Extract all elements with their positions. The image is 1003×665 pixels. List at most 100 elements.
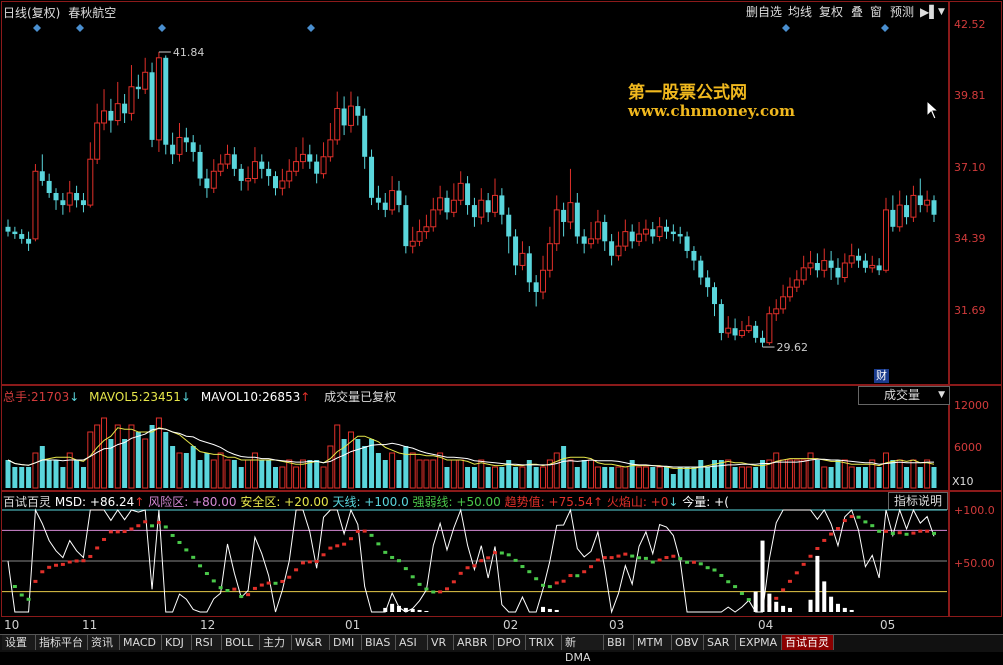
- trend-segment: [273, 581, 278, 585]
- tab-6[interactable]: BOLL: [222, 635, 260, 650]
- tab-19[interactable]: OBV: [672, 635, 704, 650]
- high-marker-label: 41.84: [173, 46, 205, 59]
- tab-14[interactable]: DPO: [494, 635, 526, 650]
- tab-16[interactable]: 新DMA: [562, 635, 604, 664]
- trend-segment: [390, 555, 395, 559]
- volume-bar-down: [80, 467, 86, 488]
- candle-body-up: [615, 245, 622, 257]
- candle-body-up: [142, 71, 149, 90]
- candle-body-down: [170, 144, 176, 155]
- event-diamond-icon: [307, 24, 315, 32]
- event-diamond-icon: [881, 24, 889, 32]
- tab-2[interactable]: 资讯: [88, 635, 120, 650]
- trend-segment: [568, 574, 573, 578]
- candle-body-down: [718, 304, 724, 334]
- tab-15[interactable]: TRIX: [526, 635, 562, 650]
- volume-bar-down: [197, 460, 203, 488]
- candle-body-down: [39, 171, 45, 181]
- candle-body-up: [773, 308, 780, 315]
- candle-body-down: [526, 253, 532, 283]
- trend-segment: [815, 547, 820, 551]
- volume-bar-down: [46, 460, 52, 488]
- month-label: 11: [82, 618, 98, 632]
- tab-4[interactable]: KDJ: [162, 635, 192, 650]
- flame-bar: [774, 601, 779, 612]
- candle-body-up: [430, 209, 437, 228]
- volume-bar-up: [910, 459, 917, 489]
- tab-0[interactable]: 设置: [2, 635, 36, 650]
- trend-segment: [554, 581, 559, 585]
- candle-body-up: [224, 153, 231, 165]
- tab-10[interactable]: BIAS: [362, 635, 396, 650]
- trend-segment: [918, 529, 923, 533]
- volume-bar-up: [114, 424, 121, 489]
- trend-segment: [582, 570, 587, 574]
- volume-bar-down: [266, 460, 272, 488]
- volume-bar-up: [492, 466, 499, 489]
- volume-bar-down: [183, 453, 189, 488]
- candle-body-up: [217, 163, 224, 172]
- trend-segment: [595, 558, 600, 562]
- volume-bar-down: [890, 460, 896, 488]
- price-axis-label: 31.69: [954, 304, 986, 317]
- candle-body-up: [299, 153, 306, 163]
- tab-1[interactable]: 指标平台: [36, 635, 88, 650]
- tab-11[interactable]: ASI: [396, 635, 428, 650]
- volume-bar-up: [725, 459, 732, 489]
- tab-8[interactable]: W&R: [292, 635, 330, 650]
- trend-segment: [616, 554, 621, 558]
- trend-segment: [60, 562, 65, 566]
- volume-bar-up: [87, 431, 94, 489]
- candle-body-up: [642, 228, 649, 235]
- candle-body-up: [437, 197, 444, 211]
- flame-bar: [383, 607, 388, 612]
- flame-bar: [781, 605, 786, 612]
- volume-bar-down: [698, 460, 704, 488]
- volume-bar-up: [567, 459, 574, 489]
- tab-20[interactable]: SAR: [704, 635, 736, 650]
- candle-body-up: [101, 110, 108, 124]
- volume-bar-down: [835, 460, 841, 488]
- volume-bar-up: [786, 459, 793, 489]
- volume-bar-up: [924, 459, 931, 489]
- flame-bar: [767, 593, 772, 612]
- flame-bar: [829, 596, 834, 612]
- trend-segment: [787, 579, 792, 583]
- tab-12[interactable]: VR: [428, 635, 454, 650]
- candle-body-down: [355, 106, 361, 116]
- candle-body-up: [821, 260, 828, 271]
- tab-21[interactable]: EXPMA: [736, 635, 782, 650]
- volume-bar-up: [800, 459, 807, 489]
- candle-body-up: [910, 194, 917, 218]
- trend-segment: [424, 587, 429, 591]
- tab-22[interactable]: 百试百灵: [782, 635, 834, 650]
- trend-segment: [842, 519, 847, 523]
- trend-segment: [925, 529, 930, 533]
- tab-9[interactable]: DMI: [330, 635, 362, 650]
- tab-17[interactable]: BBI: [604, 635, 634, 650]
- candle-body-down: [609, 241, 615, 256]
- tab-13[interactable]: ARBR: [454, 635, 494, 650]
- candle-body-up: [347, 105, 354, 126]
- candle-body-down: [876, 265, 882, 271]
- tab-5[interactable]: RSI: [192, 635, 222, 650]
- tab-7[interactable]: 主力: [260, 635, 292, 650]
- candle-body-up: [279, 180, 286, 189]
- volume-bar-down: [108, 439, 114, 488]
- tab-18[interactable]: MTM: [634, 635, 672, 650]
- month-label: 01: [345, 618, 361, 632]
- candle-body-down: [485, 200, 491, 213]
- volume-bar-down: [122, 439, 128, 488]
- volume-bar-up: [622, 466, 629, 489]
- trend-segment: [513, 558, 518, 562]
- volume-bar-up: [821, 466, 828, 489]
- volume-axis-12000: 12000: [954, 399, 989, 412]
- candle-body-up: [457, 182, 464, 201]
- volume-bar-up: [773, 452, 780, 489]
- candle-body-down: [163, 57, 169, 145]
- trend-segment: [417, 582, 422, 586]
- trend-segment: [163, 525, 168, 529]
- tab-3[interactable]: MACD: [120, 635, 162, 650]
- candle-body-down: [753, 325, 759, 338]
- event-diamond-icon: [33, 24, 41, 32]
